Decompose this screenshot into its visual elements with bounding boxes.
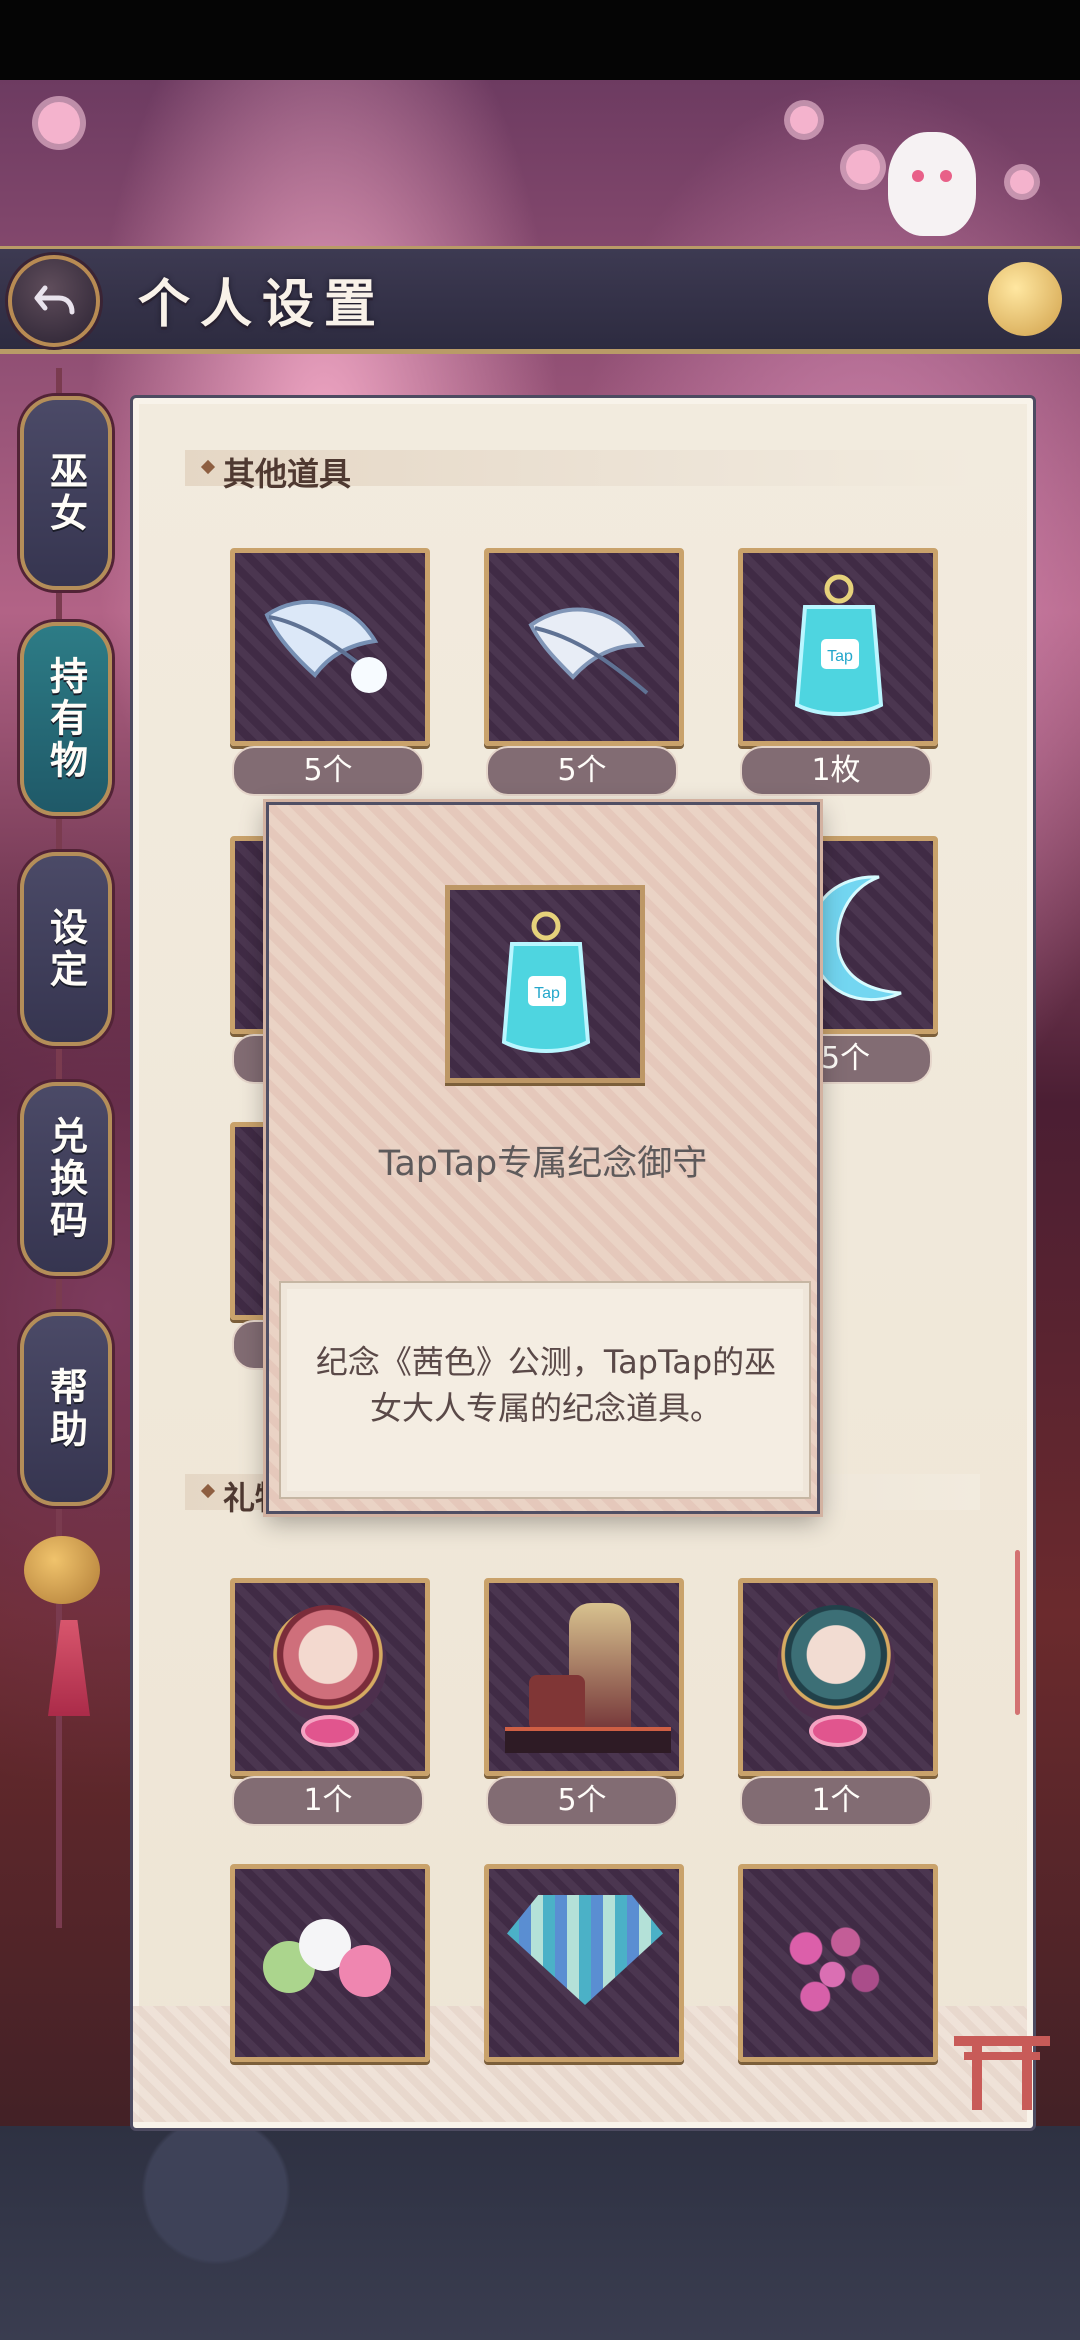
item-count: 1个 <box>232 1776 424 1826</box>
back-button[interactable] <box>8 255 100 347</box>
mascot-icon <box>888 132 976 236</box>
item-slot[interactable]: Tap <box>738 548 938 746</box>
charm-label: Tap <box>827 648 853 665</box>
ribbon-icon <box>813 1719 863 1743</box>
item-slot[interactable] <box>230 548 430 746</box>
item-slot[interactable] <box>230 1864 430 2062</box>
section-header-other-items: 其他道具 <box>185 450 980 493</box>
popup-item-description: 纪念《茜色》公测，TapTap的巫女大人专属的纪念道具。 <box>315 1343 777 1427</box>
charm-label: Tap <box>534 985 560 1002</box>
tab-settings[interactable]: 设定 <box>20 852 112 1046</box>
torii-gate-icon <box>954 2036 1050 2110</box>
item-count: 5个 <box>486 746 678 796</box>
popup-item-icon-frame: Tap <box>445 885 645 1083</box>
status-bar-area <box>0 0 1080 80</box>
item-count: 5个 <box>232 746 424 796</box>
tab-label: 巫女 <box>43 451 89 535</box>
tab-inventory[interactable]: 持有物 <box>20 622 112 816</box>
item-detail-popup[interactable]: Tap TapTap专属纪念御守 纪念《茜色》公测，TapTap的巫女大人专属的… <box>266 802 820 1514</box>
tab-miko[interactable]: 巫女 <box>20 396 112 590</box>
item-slot[interactable] <box>230 1578 430 1776</box>
charm-icon: Tap <box>794 574 884 716</box>
section-title: 其他道具 <box>223 455 352 493</box>
tab-help[interactable]: 帮助 <box>20 1312 112 1506</box>
sake-cup-icon <box>529 1675 585 1731</box>
item-slot[interactable] <box>484 1864 684 2062</box>
scrollbar[interactable] <box>1015 1550 1020 1715</box>
tab-label: 帮助 <box>43 1367 89 1451</box>
ribbon-icon <box>305 1719 355 1743</box>
tray-icon <box>505 1727 671 1753</box>
item-count: 1个 <box>740 1776 932 1826</box>
moon-decoration <box>988 262 1062 336</box>
cherry-blossom-decoration <box>790 106 818 134</box>
page-title: 个人设置 <box>138 274 387 335</box>
cherry-blossom-decoration <box>846 150 880 184</box>
feather-icon <box>528 607 649 695</box>
tab-redeem-code[interactable]: 兑换码 <box>20 1082 112 1276</box>
portrait-glasses-icon <box>777 1605 895 1723</box>
tab-label: 兑换码 <box>43 1116 89 1242</box>
bottom-band <box>0 2126 1080 2340</box>
cherry-blossom-decoration <box>38 102 80 144</box>
item-slot[interactable] <box>738 1864 938 2062</box>
tab-label: 设定 <box>43 907 89 991</box>
popup-description-box: 纪念《茜色》公测，TapTap的巫女大人专属的纪念道具。 <box>279 1281 811 1499</box>
charm-icon: Tap <box>501 911 591 1053</box>
portrait-pink-hair-icon <box>269 1605 387 1723</box>
item-slot[interactable] <box>738 1578 938 1776</box>
item-slot[interactable] <box>484 1578 684 1776</box>
bell-icon <box>24 1536 100 1604</box>
back-arrow-icon <box>34 285 75 315</box>
item-count: 1枚 <box>740 746 932 796</box>
feather-icon <box>264 600 387 693</box>
diamond-icon <box>200 1483 216 1499</box>
tab-label: 持有物 <box>43 656 89 782</box>
popup-item-name: TapTap专属纪念御守 <box>378 1144 708 1184</box>
cherry-blossom-decoration <box>1010 170 1034 194</box>
diamond-icon <box>200 459 216 475</box>
item-slot[interactable] <box>484 548 684 746</box>
folding-fan-icon <box>507 1895 663 2005</box>
item-count: 5个 <box>486 1776 678 1826</box>
dango-icon <box>339 1945 391 1997</box>
grapes-icon <box>773 1903 905 2033</box>
